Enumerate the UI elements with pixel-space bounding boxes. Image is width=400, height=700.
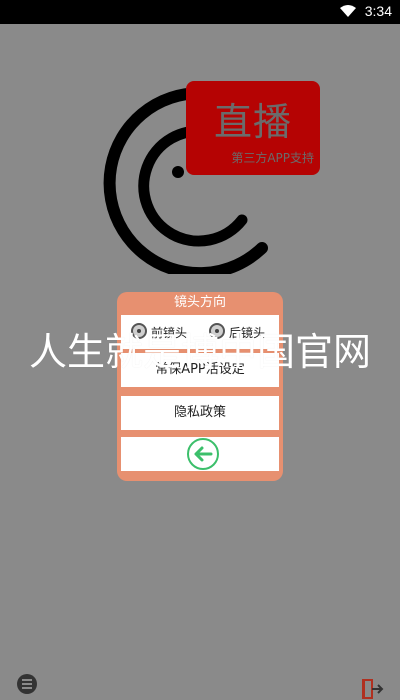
- dialog-header: 镜头方向: [173, 295, 226, 310]
- live-title: 直播: [213, 100, 292, 144]
- arrow-left-icon[interactable]: [186, 437, 220, 471]
- back-camera-radio[interactable]: [209, 323, 225, 339]
- camera-direction-row: 前镜头 后镜头: [121, 315, 279, 349]
- wifi-icon: [340, 5, 356, 17]
- settings-dialog: 镜头方向 前镜头 后镜头 常保APP活设定 隐私政策: [117, 292, 283, 481]
- exit-icon[interactable]: [360, 678, 384, 700]
- menu-icon[interactable]: [16, 673, 38, 695]
- live-badge: 直播 第三方APP支持: [186, 81, 320, 175]
- privacy-policy-button[interactable]: 隐私政策: [121, 396, 279, 430]
- front-camera-label[interactable]: 前镜头: [151, 324, 187, 341]
- status-time: 3:34: [364, 3, 392, 19]
- app-logo: 直播 第三方APP支持: [84, 74, 324, 274]
- status-bar: 3:34: [0, 0, 400, 24]
- front-camera-radio[interactable]: [131, 323, 147, 339]
- back-row: [121, 437, 279, 471]
- back-camera-label[interactable]: 后镜头: [229, 324, 265, 341]
- keepalive-settings-button[interactable]: 常保APP活设定: [121, 353, 279, 387]
- live-subtitle: 第三方APP支持: [231, 151, 314, 165]
